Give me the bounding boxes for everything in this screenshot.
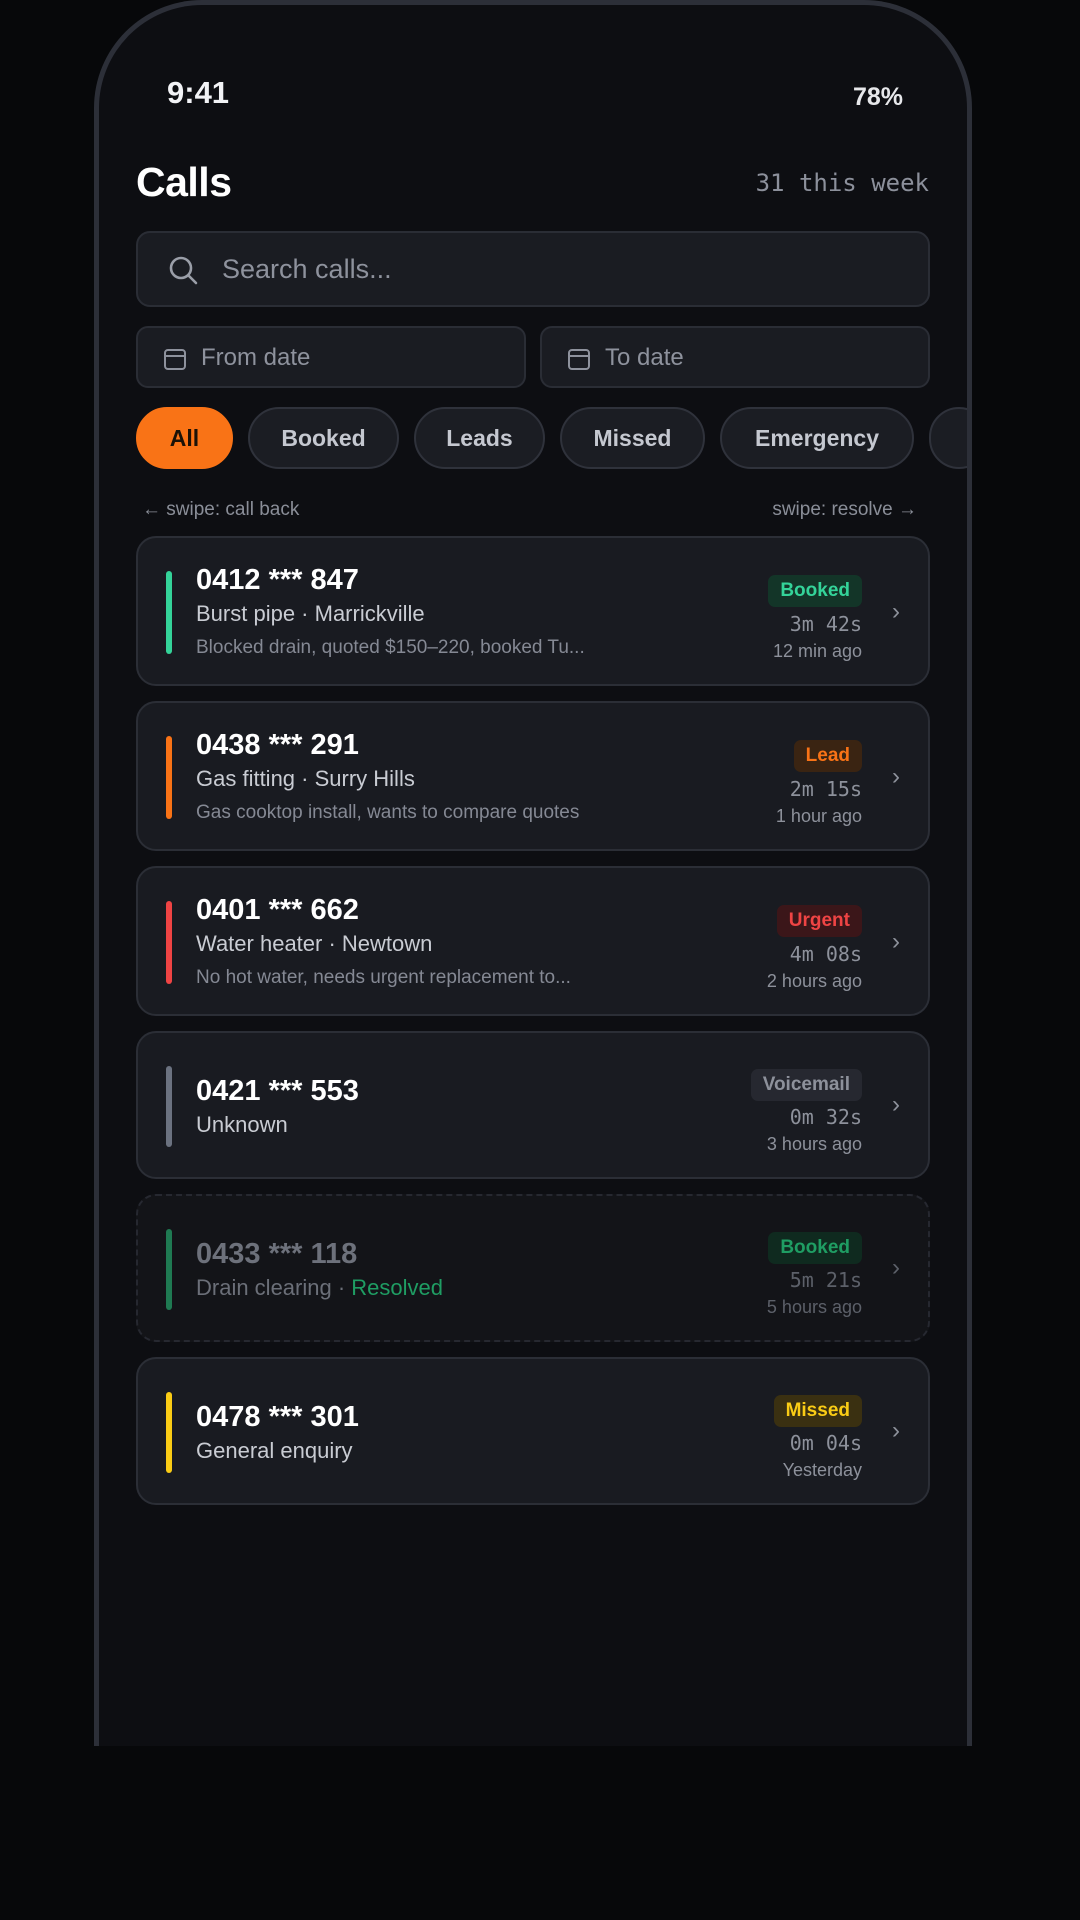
call-time-ago: Yesterday bbox=[782, 1460, 862, 1480]
calendar-icon bbox=[568, 349, 590, 370]
chevron-right-icon: › bbox=[892, 763, 900, 790]
status-accent-bar bbox=[166, 571, 172, 654]
page-title: Calls bbox=[136, 159, 232, 205]
status-accent-bar bbox=[166, 1229, 172, 1310]
caller-number: 0412 *** 847 bbox=[196, 564, 359, 596]
call-time-ago: 3 hours ago bbox=[766, 1134, 862, 1154]
search-icon bbox=[169, 256, 198, 285]
status-badge: Voicemail bbox=[750, 1069, 862, 1101]
status-badge: Missed bbox=[773, 1395, 862, 1427]
calendar-icon bbox=[164, 349, 186, 370]
week-call-count: 31 this week bbox=[755, 169, 929, 197]
chevron-right-icon: › bbox=[892, 1091, 900, 1118]
filter-chip-leads[interactable]: Leads bbox=[414, 407, 545, 469]
filter-chip-missed[interactable]: Missed bbox=[560, 407, 705, 469]
job-resolved: Drain clearing · Resolved bbox=[196, 1275, 444, 1300]
to-date-field[interactable]: To date bbox=[540, 326, 930, 388]
call-card-resolved[interactable]: 0433 *** 118 Drain clearing · Resolved B… bbox=[136, 1194, 930, 1342]
swipe-hint-call-back: ← swipe: call back bbox=[142, 499, 300, 520]
caller-number: 0478 *** 301 bbox=[196, 1401, 359, 1433]
call-card[interactable]: 0412 *** 847 Burst pipe · Marrickville B… bbox=[136, 536, 930, 686]
call-card[interactable]: 0421 *** 553 Unknown Voicemail 0m 32s 3 … bbox=[136, 1031, 930, 1179]
call-time-ago: 5 hours ago bbox=[766, 1297, 862, 1317]
filter-chip-more[interactable] bbox=[929, 407, 967, 469]
call-time-ago: 12 min ago bbox=[772, 641, 862, 661]
call-duration: 0m 04s bbox=[789, 1431, 862, 1455]
call-duration: 2m 15s bbox=[789, 777, 862, 801]
battery-level: 78% bbox=[852, 83, 903, 111]
job-location: Water heater · Newtown bbox=[196, 931, 433, 956]
call-time-ago: 1 hour ago bbox=[775, 806, 862, 826]
caller-number: 0421 *** 553 bbox=[196, 1075, 359, 1107]
call-summary: Gas cooktop install, wants to compare qu… bbox=[196, 802, 580, 823]
chevron-right-icon: › bbox=[892, 1254, 900, 1281]
status-accent-bar bbox=[166, 736, 172, 819]
to-date-placeholder: To date bbox=[605, 344, 684, 371]
status-badge: Lead bbox=[793, 740, 862, 772]
chevron-right-icon: › bbox=[892, 598, 900, 625]
phone-frame: 9:41 78% Calls 31 this week From date To… bbox=[94, 0, 972, 1746]
call-summary: No hot water, needs urgent replacement t… bbox=[196, 967, 571, 988]
call-card[interactable]: 0438 *** 291 Gas fitting · Surry Hills G… bbox=[136, 701, 930, 851]
status-time: 9:41 bbox=[167, 75, 230, 110]
chevron-right-icon: › bbox=[892, 928, 900, 955]
call-duration: 5m 21s bbox=[789, 1268, 862, 1292]
job-type: General enquiry bbox=[196, 1438, 353, 1463]
caller-number: 0433 *** 118 bbox=[196, 1238, 358, 1270]
caller-number: 0401 *** 662 bbox=[196, 894, 359, 926]
call-summary: Blocked drain, quoted $150–220, booked T… bbox=[196, 637, 585, 658]
call-card[interactable]: 0478 *** 301 General enquiry Missed 0m 0… bbox=[136, 1357, 930, 1505]
status-accent-bar bbox=[166, 1066, 172, 1147]
status-badge: Booked bbox=[768, 575, 862, 607]
status-badge: Booked bbox=[768, 1232, 862, 1264]
from-date-placeholder: From date bbox=[201, 344, 311, 371]
search-input[interactable] bbox=[220, 245, 900, 293]
call-card[interactable]: 0401 *** 662 Water heater · Newtown No h… bbox=[136, 866, 930, 1016]
status-accent-bar bbox=[166, 901, 172, 984]
swipe-hint-resolve: swipe: resolve → bbox=[772, 499, 917, 520]
filter-chip-emergency[interactable]: Emergency bbox=[720, 407, 914, 469]
from-date-field[interactable]: From date bbox=[136, 326, 526, 388]
caller-number: 0438 *** 291 bbox=[196, 729, 359, 761]
chevron-right-icon: › bbox=[892, 1417, 900, 1444]
filter-chip-all[interactable]: All bbox=[136, 407, 233, 469]
resolved-label: Resolved bbox=[351, 1275, 444, 1300]
filter-chip-booked[interactable]: Booked bbox=[248, 407, 399, 469]
call-duration: 4m 08s bbox=[789, 942, 862, 966]
status-accent-bar bbox=[166, 1392, 172, 1473]
search-bar[interactable] bbox=[136, 231, 930, 307]
call-duration: 0m 32s bbox=[789, 1105, 862, 1129]
job-type: Unknown bbox=[196, 1112, 288, 1137]
job-location: Burst pipe · Marrickville bbox=[196, 601, 425, 626]
status-badge: Urgent bbox=[776, 905, 862, 937]
job-location: Gas fitting · Surry Hills bbox=[196, 766, 415, 791]
call-duration: 3m 42s bbox=[789, 612, 862, 636]
call-time-ago: 2 hours ago bbox=[766, 971, 862, 991]
